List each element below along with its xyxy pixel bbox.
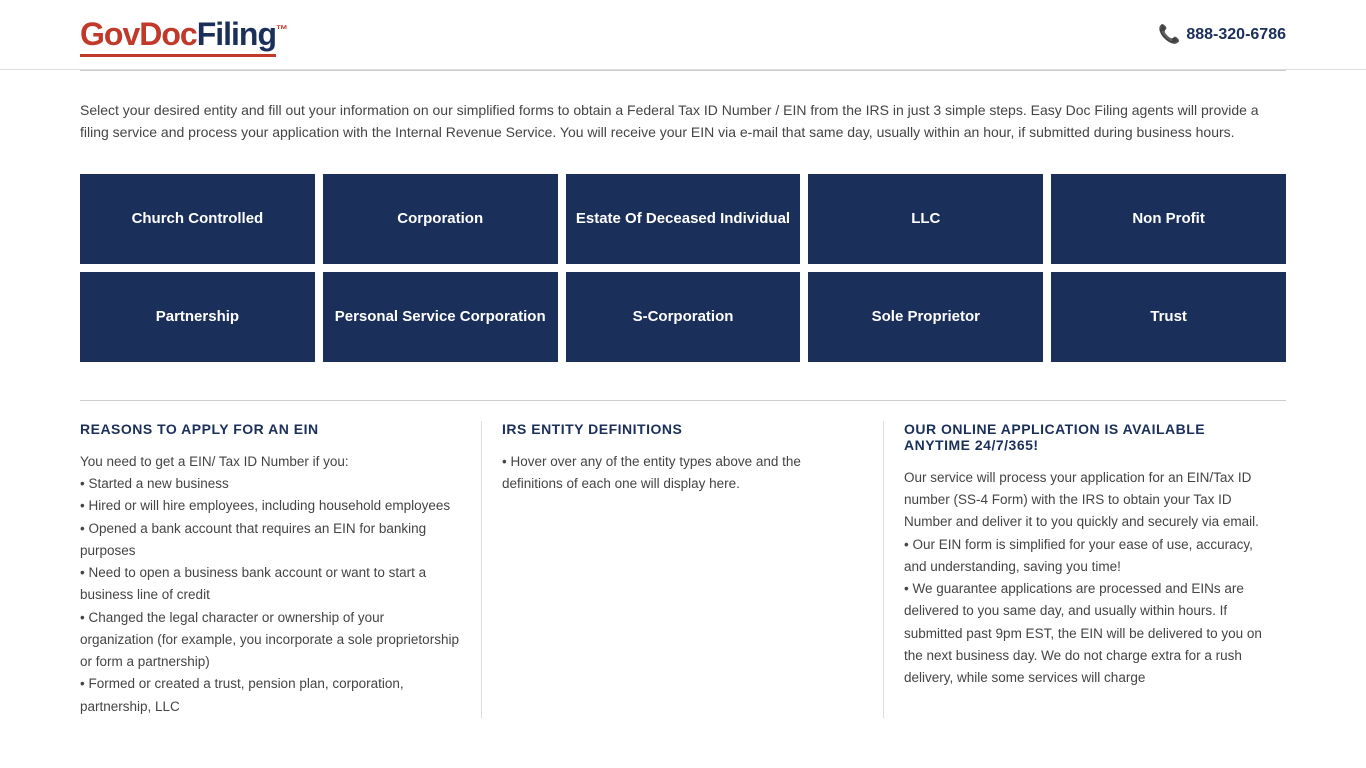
intro-section: Select your desired entity and fill out …: [0, 71, 1366, 164]
entity-row-2: Partnership Personal Service Corporation…: [80, 272, 1286, 362]
entity-estate[interactable]: Estate Of Deceased Individual: [566, 174, 801, 264]
entity-non-profit[interactable]: Non Profit: [1051, 174, 1286, 264]
logo-text: GovDocFiling™: [80, 16, 287, 52]
header: GovDocFiling™ 📞 888-320-6786: [0, 0, 1366, 70]
definitions-column: IRS ENTITY DEFINITIONS • Hover over any …: [482, 421, 884, 718]
online-title: OUR ONLINE APPLICATION IS AVAILABLE ANYT…: [904, 421, 1266, 453]
entity-trust[interactable]: Trust: [1051, 272, 1286, 362]
entity-partnership[interactable]: Partnership: [80, 272, 315, 362]
entity-personal-service-corp[interactable]: Personal Service Corporation: [323, 272, 558, 362]
info-section: REASONS TO APPLY FOR AN EIN You need to …: [0, 421, 1366, 758]
logo: GovDocFiling™: [80, 16, 287, 53]
reasons-column: REASONS TO APPLY FOR AN EIN You need to …: [80, 421, 482, 718]
online-column: OUR ONLINE APPLICATION IS AVAILABLE ANYT…: [884, 421, 1286, 718]
reasons-title: REASONS TO APPLY FOR AN EIN: [80, 421, 461, 437]
definitions-text: • Hover over any of the entity types abo…: [502, 451, 863, 496]
online-text: Our service will process your applicatio…: [904, 467, 1266, 690]
phone-icon: 📞: [1158, 24, 1180, 45]
logo-tm: ™: [276, 22, 287, 36]
definitions-title: IRS ENTITY DEFINITIONS: [502, 421, 863, 437]
phone-number: 888-320-6786: [1186, 26, 1286, 44]
entity-row-1: Church Controlled Corporation Estate Of …: [80, 174, 1286, 264]
entity-section: Church Controlled Corporation Estate Of …: [0, 164, 1366, 390]
bottom-divider: [80, 400, 1286, 401]
entity-llc[interactable]: LLC: [808, 174, 1043, 264]
entity-s-corporation[interactable]: S-Corporation: [566, 272, 801, 362]
entity-church-controlled[interactable]: Church Controlled: [80, 174, 315, 264]
intro-text: Select your desired entity and fill out …: [80, 99, 1286, 144]
reasons-text: You need to get a EIN/ Tax ID Number if …: [80, 451, 461, 718]
logo-govdoc: GovDocFiling: [80, 16, 276, 57]
entity-corporation[interactable]: Corporation: [323, 174, 558, 264]
phone-area[interactable]: 📞 888-320-6786: [1158, 24, 1286, 45]
entity-sole-proprietor[interactable]: Sole Proprietor: [808, 272, 1043, 362]
